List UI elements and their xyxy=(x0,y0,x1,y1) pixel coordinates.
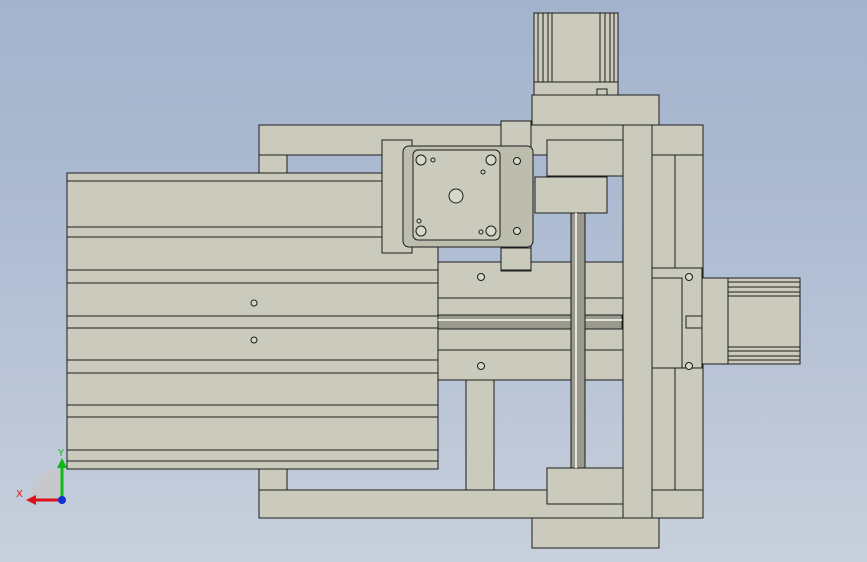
right-end-block xyxy=(651,267,703,370)
origin-dot xyxy=(58,496,66,504)
x-axis-label: X xyxy=(16,489,23,500)
stepper-motor-right-icon xyxy=(701,277,801,365)
screw-end xyxy=(685,315,703,329)
y-axis-label: Y xyxy=(57,448,65,459)
top-plate xyxy=(531,94,660,126)
frame-lower-post xyxy=(465,379,495,491)
column-rail xyxy=(622,124,653,519)
mount-bracket-lower xyxy=(500,247,532,271)
cad-view-canvas[interactable]: Y X xyxy=(0,0,867,562)
ball-screw-icon xyxy=(570,212,586,469)
triad-plane xyxy=(30,468,62,500)
column-upper-block xyxy=(546,139,624,177)
bottom-plate xyxy=(531,517,660,549)
frame-left-post-lower xyxy=(258,467,288,491)
end-block-inner xyxy=(651,277,683,369)
horizontal-ball-screw xyxy=(437,314,623,330)
stepper-motor-top-icon xyxy=(533,12,619,96)
frame-left-post xyxy=(258,154,288,176)
motor-right-flange xyxy=(701,277,729,365)
linear-rail-icon xyxy=(437,261,653,381)
column-support-block xyxy=(534,176,608,214)
column-lower-block xyxy=(546,467,624,505)
axis-triad: Y X xyxy=(16,448,67,505)
